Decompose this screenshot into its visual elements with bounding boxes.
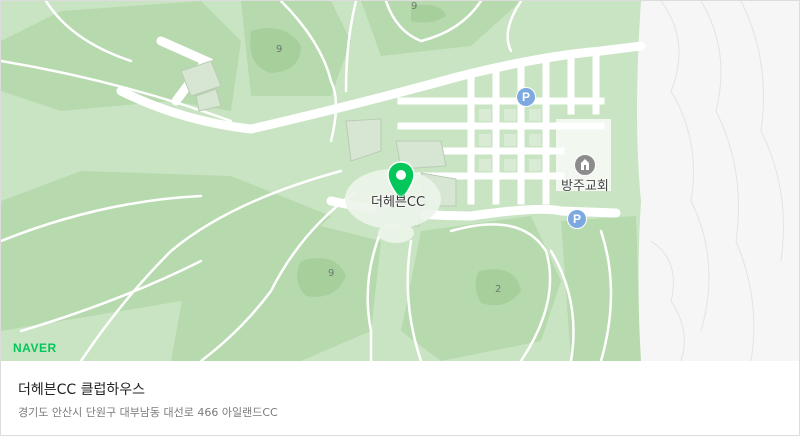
map-card[interactable]: 9 9 9 2 P P 방주교회 더헤븐CC NAVER 더헤븐CC 클럽하우스… (0, 0, 800, 436)
hole-number-label: 2 (495, 284, 502, 295)
hole-number-label: 9 (411, 1, 418, 12)
parking-icon[interactable]: P (516, 87, 536, 107)
place-address: 경기도 안산시 단원구 대부남동 대선로 466 아일랜드CC (18, 406, 278, 419)
church-icon[interactable] (574, 154, 596, 176)
church-glyph (581, 159, 589, 170)
place-title[interactable]: 더헤븐CC 클럽하우스 (18, 379, 145, 399)
hole-number-label: 9 (276, 44, 283, 55)
hole-number-label: 9 (328, 268, 335, 279)
place-label[interactable]: 더헤븐CC (371, 191, 425, 210)
parking-icon[interactable]: P (567, 209, 587, 229)
naver-logo[interactable]: NAVER (13, 341, 57, 355)
church-label[interactable]: 방주교회 (561, 175, 609, 194)
map-view[interactable]: 9 9 9 2 P P 방주교회 더헤븐CC NAVER (1, 1, 799, 361)
place-info-panel[interactable]: 더헤븐CC 클럽하우스 경기도 안산시 단원구 대부남동 대선로 466 아일랜… (1, 361, 799, 435)
